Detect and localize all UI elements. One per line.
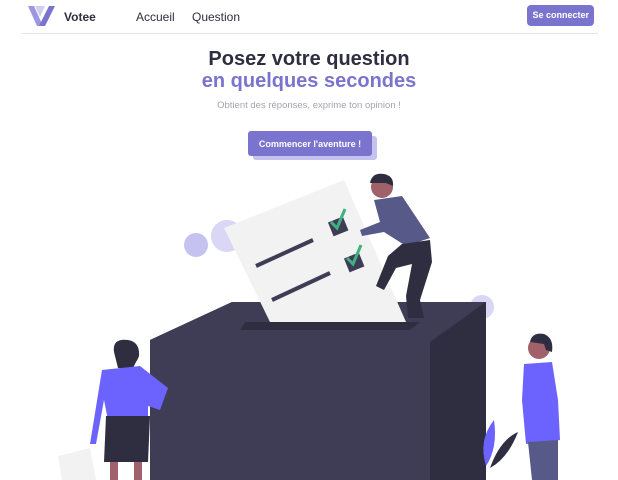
voting-illustration (58, 173, 560, 480)
ballot-box (150, 302, 486, 480)
person-right (522, 333, 560, 480)
decor-circle (184, 233, 208, 257)
plant (483, 420, 518, 468)
